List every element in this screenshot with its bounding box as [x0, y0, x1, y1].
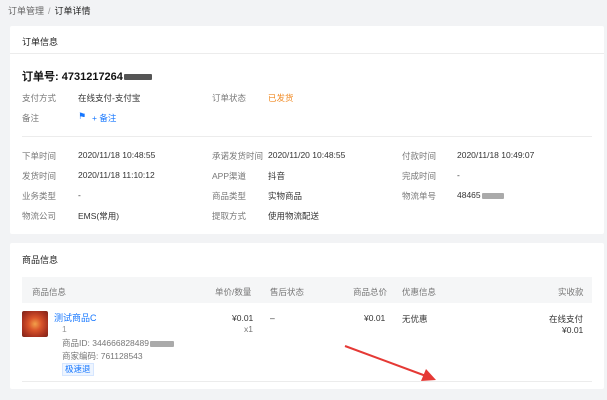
annotation-arrow: [344, 345, 436, 381]
